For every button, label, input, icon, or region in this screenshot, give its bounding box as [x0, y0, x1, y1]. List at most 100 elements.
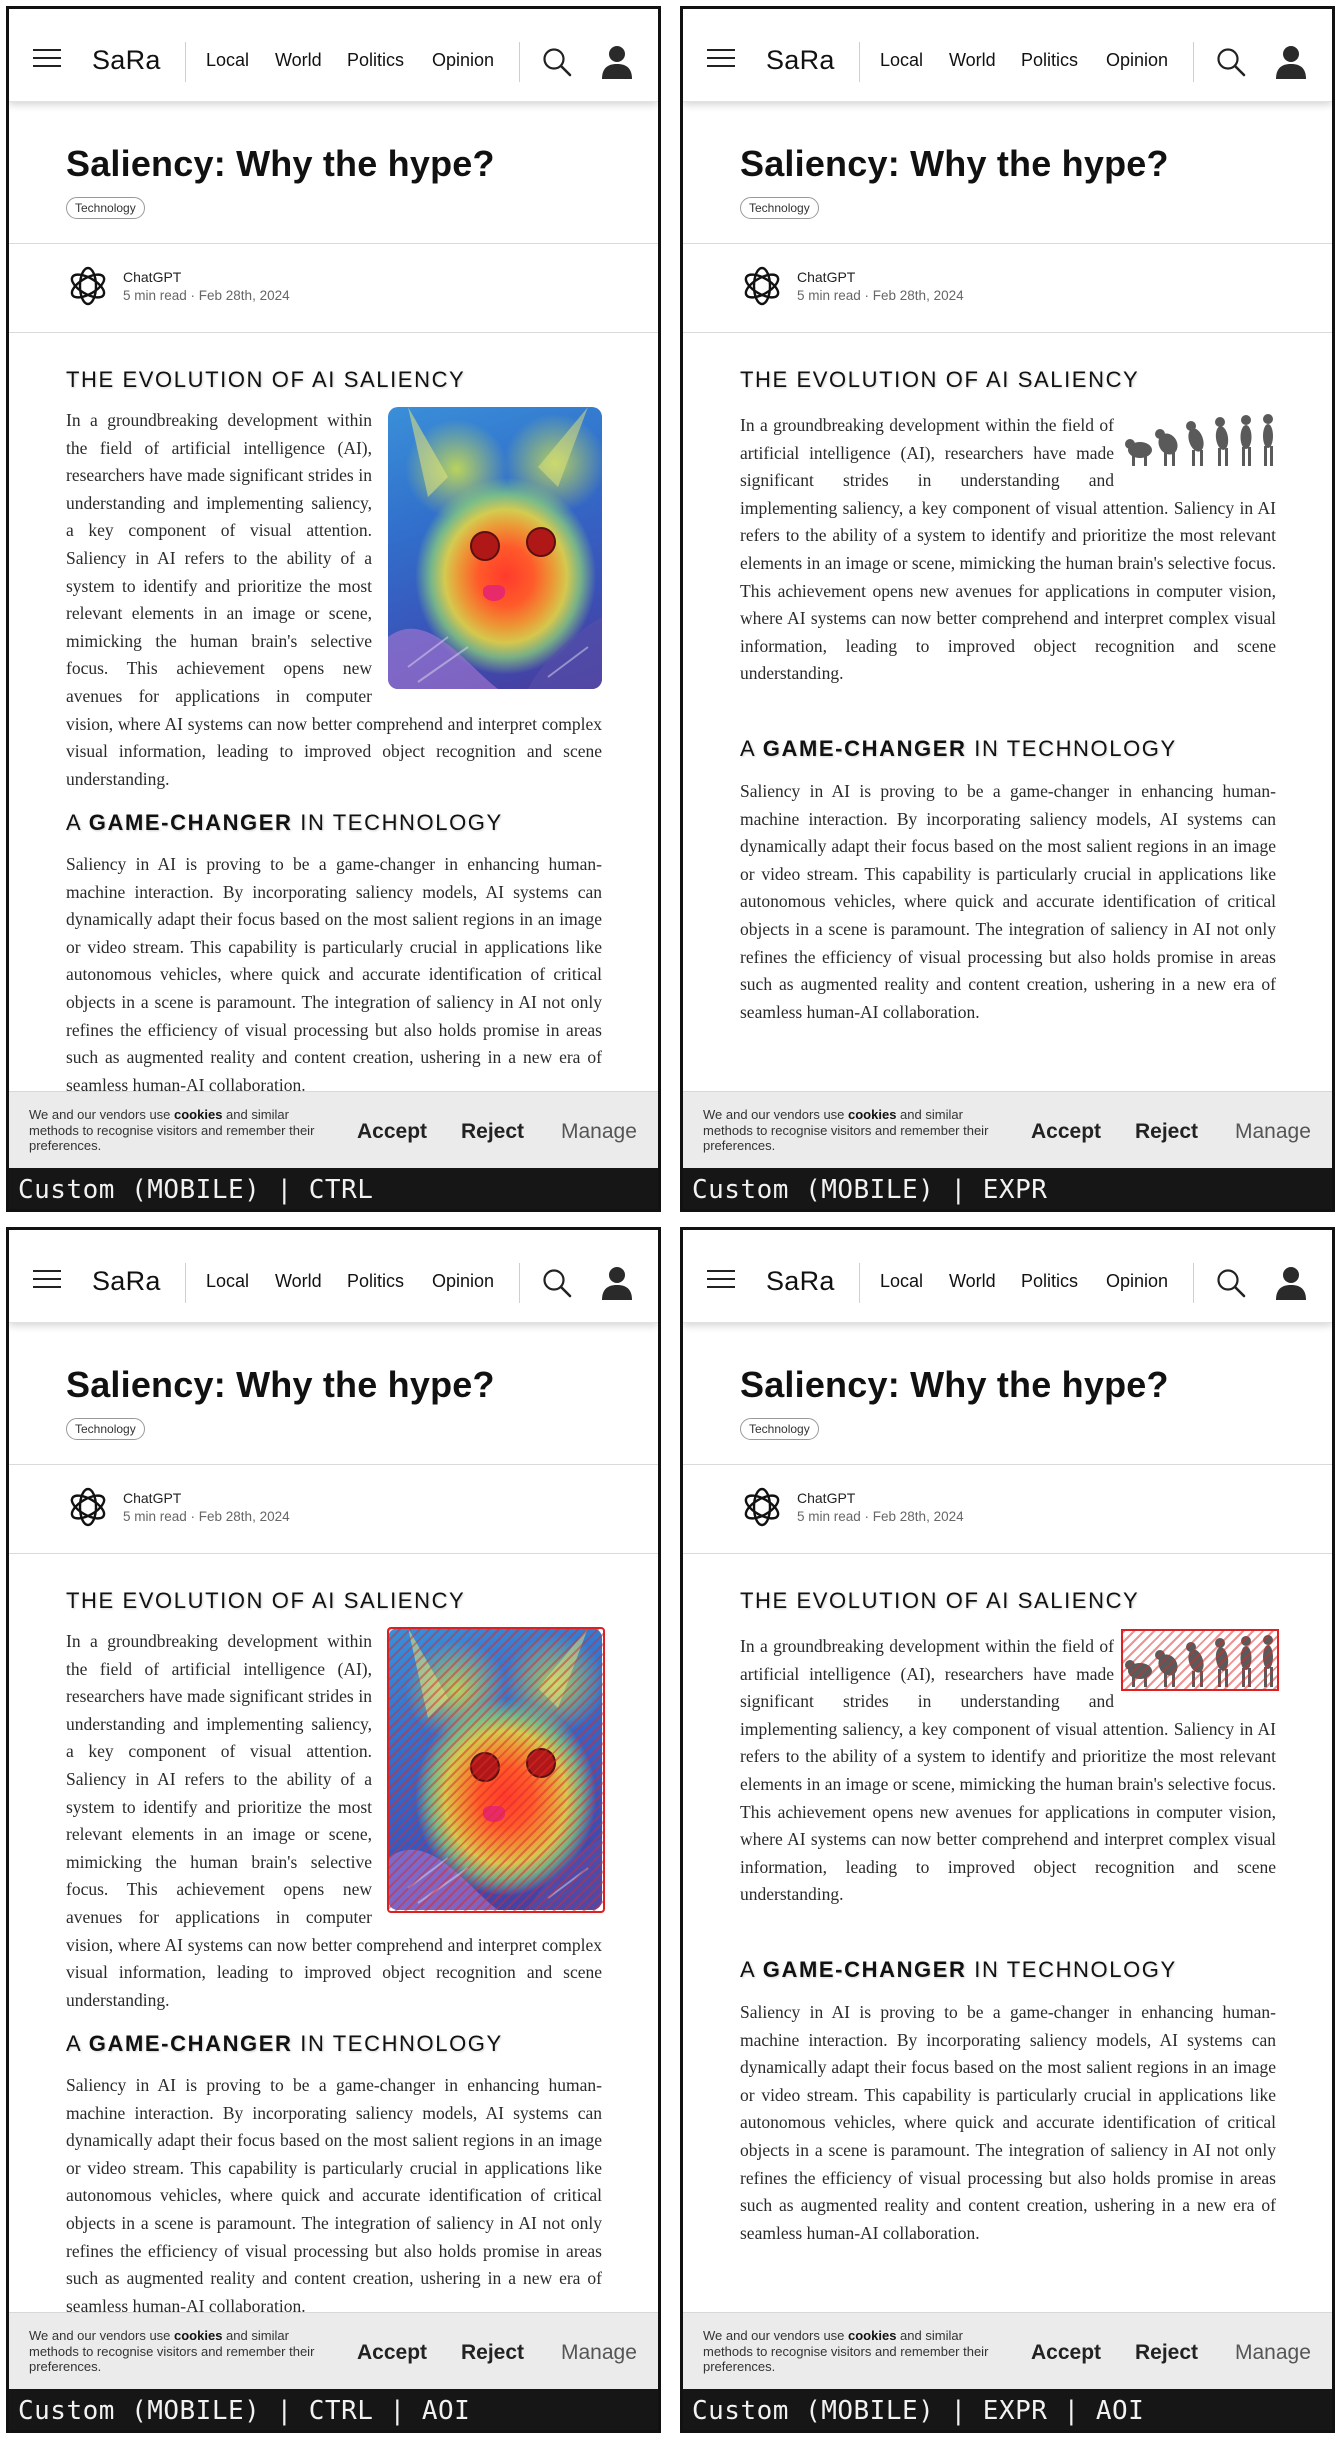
nav-divider: [185, 1263, 186, 1303]
openai-logo-icon: [70, 266, 106, 306]
nav-link-opinion[interactable]: Opinion: [432, 1271, 494, 1292]
cookie-banner: We and our vendors use cookies and simil…: [683, 2312, 1332, 2390]
manage-button[interactable]: Manage: [561, 2341, 637, 2365]
nav-link-politics[interactable]: Politics: [1021, 1271, 1078, 1292]
panel: SaRa Local World Politics Opinion Salien…: [6, 1227, 661, 2433]
mobile-screen: SaRa Local World Politics Opinion Salien…: [9, 9, 658, 1091]
site-logo[interactable]: SaRa: [92, 1266, 161, 1297]
article-image-slot: [372, 407, 602, 689]
condition-label: Custom (MOBILE) | EXPR: [683, 1168, 1332, 1209]
user-icon[interactable]: [1275, 1266, 1307, 1300]
menu-icon[interactable]: [707, 49, 735, 69]
article-title: Saliency: Why the hype?: [740, 1364, 1169, 1405]
search-icon[interactable]: [542, 1268, 572, 1298]
category-tag[interactable]: Technology: [66, 1418, 145, 1440]
reject-button[interactable]: Reject: [1135, 1120, 1198, 1144]
divider: [683, 1553, 1332, 1554]
nav-link-local[interactable]: Local: [880, 50, 923, 71]
nav-link-opinion[interactable]: Opinion: [432, 50, 494, 71]
top-navbar: SaRa Local World Politics Opinion: [9, 9, 658, 102]
nav-link-politics[interactable]: Politics: [347, 1271, 404, 1292]
accept-button[interactable]: Accept: [1031, 2341, 1101, 2365]
article-image-slot: [1114, 412, 1276, 475]
category-tag[interactable]: Technology: [740, 1418, 819, 1440]
user-icon[interactable]: [601, 1266, 633, 1300]
divider: [9, 1553, 658, 1554]
section-heading: A GAME-CHANGER IN TECHNOLOGY: [740, 736, 1177, 761]
site-logo[interactable]: SaRa: [766, 1266, 835, 1297]
user-icon[interactable]: [1275, 45, 1307, 79]
article-meta: 5 min read · Feb 28th, 2024: [797, 1509, 964, 1524]
openai-logo-icon: [744, 266, 780, 306]
menu-icon[interactable]: [33, 1270, 61, 1290]
mobile-screen: SaRa Local World Politics Opinion Salien…: [683, 9, 1332, 1091]
reject-button[interactable]: Reject: [1135, 2341, 1198, 2365]
mobile-screen: SaRa Local World Politics Opinion Salien…: [9, 1230, 658, 2312]
nav-link-politics[interactable]: Politics: [347, 50, 404, 71]
manage-button[interactable]: Manage: [1235, 2341, 1311, 2365]
aoi-overlay: [387, 1627, 605, 1913]
category-tag[interactable]: Technology: [740, 197, 819, 219]
cat-heatmap-image: [388, 407, 602, 689]
site-logo[interactable]: SaRa: [92, 45, 161, 76]
author-name[interactable]: ChatGPT: [797, 269, 855, 285]
condition-label: Custom (MOBILE) | CTRL: [9, 1168, 658, 1209]
cookie-text: We and our vendors use cookies and simil…: [703, 1107, 989, 1153]
nav-divider: [185, 42, 186, 82]
accept-button[interactable]: Accept: [1031, 1120, 1101, 1144]
search-icon[interactable]: [1216, 47, 1246, 77]
accept-button[interactable]: Accept: [357, 2341, 427, 2365]
reject-button[interactable]: Reject: [461, 1120, 524, 1144]
top-navbar: SaRa Local World Politics Opinion: [683, 1230, 1332, 1323]
cookie-banner: We and our vendors use cookies and simil…: [9, 1091, 658, 1169]
condition-label: Custom (MOBILE) | EXPR | AOI: [683, 2389, 1332, 2430]
section-paragraph: In a groundbreaking development within t…: [66, 407, 602, 793]
divider: [9, 1464, 658, 1465]
aoi-overlay: [1121, 1629, 1279, 1691]
nav-divider: [519, 42, 520, 82]
article-image-slot: [372, 1627, 605, 1913]
user-icon[interactable]: [601, 45, 633, 79]
divider: [683, 1464, 1332, 1465]
nav-link-world[interactable]: World: [949, 50, 996, 71]
search-icon[interactable]: [1216, 1268, 1246, 1298]
author-name[interactable]: ChatGPT: [797, 1490, 855, 1506]
section-paragraph: Saliency in AI is proving to be a game-c…: [66, 854, 602, 1091]
nav-link-local[interactable]: Local: [206, 50, 249, 71]
author-name[interactable]: ChatGPT: [123, 1490, 181, 1506]
category-tag[interactable]: Technology: [66, 197, 145, 219]
reject-button[interactable]: Reject: [461, 2341, 524, 2365]
menu-icon[interactable]: [33, 49, 61, 69]
openai-logo-icon: [744, 1487, 780, 1527]
evolution-silhouettes-image: [1125, 414, 1273, 466]
panel: SaRa Local World Politics Opinion Salien…: [680, 1227, 1335, 2433]
nav-link-opinion[interactable]: Opinion: [1106, 1271, 1168, 1292]
section-paragraph: Saliency in AI is proving to be a game-c…: [740, 781, 1276, 1022]
cookie-banner: We and our vendors use cookies and simil…: [9, 2312, 658, 2390]
accept-button[interactable]: Accept: [357, 1120, 427, 1144]
section-heading: THE EVOLUTION OF AI SALIENCY: [740, 1588, 1140, 1613]
nav-link-world[interactable]: World: [949, 1271, 996, 1292]
nav-link-world[interactable]: World: [275, 50, 322, 71]
menu-icon[interactable]: [707, 1270, 735, 1290]
nav-link-local[interactable]: Local: [206, 1271, 249, 1292]
nav-link-opinion[interactable]: Opinion: [1106, 50, 1168, 71]
top-navbar: SaRa Local World Politics Opinion: [9, 1230, 658, 1323]
section-paragraph: Saliency in AI is proving to be a game-c…: [66, 2075, 602, 2312]
section-paragraph: Saliency in AI is proving to be a game-c…: [740, 2002, 1276, 2243]
nav-link-politics[interactable]: Politics: [1021, 50, 1078, 71]
search-icon[interactable]: [542, 47, 572, 77]
manage-button[interactable]: Manage: [1235, 1120, 1311, 1144]
article-title: Saliency: Why the hype?: [740, 143, 1169, 184]
author-name[interactable]: ChatGPT: [123, 269, 181, 285]
article-meta: 5 min read · Feb 28th, 2024: [797, 288, 964, 303]
article-meta: 5 min read · Feb 28th, 2024: [123, 288, 290, 303]
section-paragraph: In a groundbreaking development within t…: [740, 412, 1276, 688]
panel: SaRa Local World Politics Opinion Salien…: [6, 6, 661, 1212]
manage-button[interactable]: Manage: [561, 1120, 637, 1144]
section-paragraph: In a groundbreaking development within t…: [740, 1629, 1279, 1909]
nav-link-world[interactable]: World: [275, 1271, 322, 1292]
nav-link-local[interactable]: Local: [880, 1271, 923, 1292]
site-logo[interactable]: SaRa: [766, 45, 835, 76]
section-heading: A GAME-CHANGER IN TECHNOLOGY: [740, 1957, 1177, 1982]
